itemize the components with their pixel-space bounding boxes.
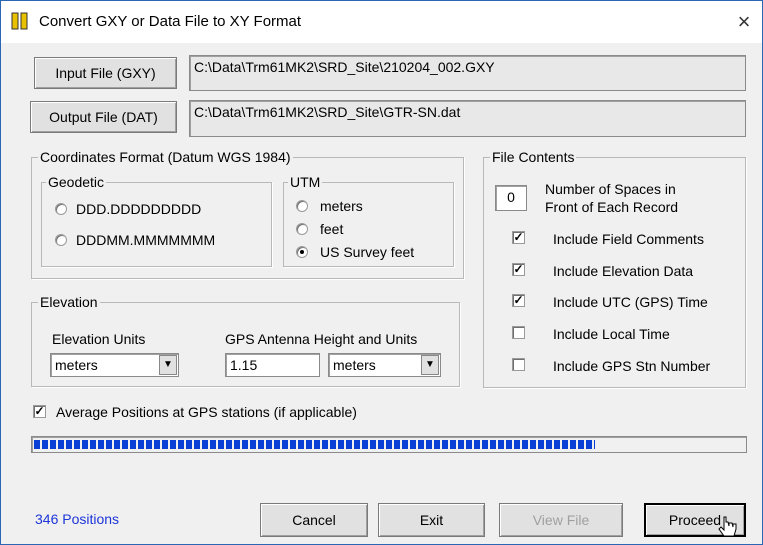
elevation-units-select[interactable]: meters ▼ [50,353,179,377]
elevation-label: Elevation [38,294,100,310]
app-icon [11,12,28,30]
elevation-units-label: Elevation Units [52,331,146,347]
spaces-label-line2: Front of Each Record [545,199,679,215]
utm-feet-label: feet [320,221,344,237]
spaces-label-line1: Number of Spaces in [545,181,676,197]
chevron-down-icon[interactable]: ▼ [159,355,177,375]
utm-label: UTM [288,174,323,190]
input-file-button[interactable]: Input File (GXY) [34,57,177,89]
elevation-data-checkbox[interactable]: ✓ [512,263,525,276]
coordinates-format-label: Coordinates Format (Datum WGS 1984) [38,149,293,165]
utm-us-survey-feet-label: US Survey feet [320,244,415,260]
output-file-path: C:\Data\Trm61MK2\SRD_Site\GTR-SN.dat [189,100,746,137]
average-positions-checkbox[interactable]: ✓ [33,405,46,418]
utm-meters-label: meters [320,198,363,214]
progress-bar [31,436,747,453]
gps-stn-number-label: Include GPS Stn Number [553,358,711,374]
field-comments-label: Include Field Comments [553,231,704,247]
chevron-down-icon[interactable]: ▼ [421,355,439,375]
antenna-height-label: GPS Antenna Height and Units [225,331,418,347]
cancel-button[interactable]: Cancel [260,503,368,537]
positions-count: 346 Positions [35,511,120,527]
gps-stn-number-checkbox[interactable] [512,358,525,371]
antenna-units-select[interactable]: meters ▼ [328,353,441,377]
output-file-button[interactable]: Output File (DAT) [30,101,177,133]
file-contents-label: File Contents [490,149,577,165]
geodetic-ddd-radio[interactable] [55,203,67,215]
local-time-checkbox[interactable] [512,326,525,339]
local-time-label: Include Local Time [553,326,670,342]
elevation-units-value: meters [55,357,98,373]
utm-us-survey-feet-radio[interactable] [296,246,308,258]
geodetic-label: Geodetic [46,174,107,190]
geodetic-dddmm-label: DDDMM.MMMMMMM [76,232,216,248]
cursor-icon [718,516,737,537]
progress-fill [34,440,595,449]
input-file-path: C:\Data\Trm61MK2\SRD_Site\210204_002.GXY [189,55,746,91]
dialog-window: Convert GXY or Data File to XY Format × … [0,0,763,545]
exit-button[interactable]: Exit [378,503,485,537]
utm-meters-radio[interactable] [296,200,308,212]
window-title: Convert GXY or Data File to XY Format [39,13,302,30]
title-bar: Convert GXY or Data File to XY Format × [1,1,762,43]
field-comments-checkbox[interactable]: ✓ [512,231,525,244]
geodetic-dddmm-radio[interactable] [55,234,67,246]
geodetic-ddd-label: DDD.DDDDDDDDD [76,201,202,217]
view-file-button[interactable]: View File [499,503,623,537]
antenna-height-input[interactable]: 1.15 [225,353,320,377]
geodetic-group: Geodetic [41,174,272,267]
spaces-count-input[interactable]: 0 [495,185,527,211]
elevation-data-label: Include Elevation Data [553,263,694,279]
close-icon[interactable]: × [726,5,762,39]
utm-feet-radio[interactable] [296,223,308,235]
utc-time-label: Include UTC (GPS) Time [553,294,708,310]
utc-time-checkbox[interactable]: ✓ [512,294,525,307]
average-positions-label: Average Positions at GPS stations (if ap… [56,404,357,420]
antenna-units-value: meters [333,357,376,373]
